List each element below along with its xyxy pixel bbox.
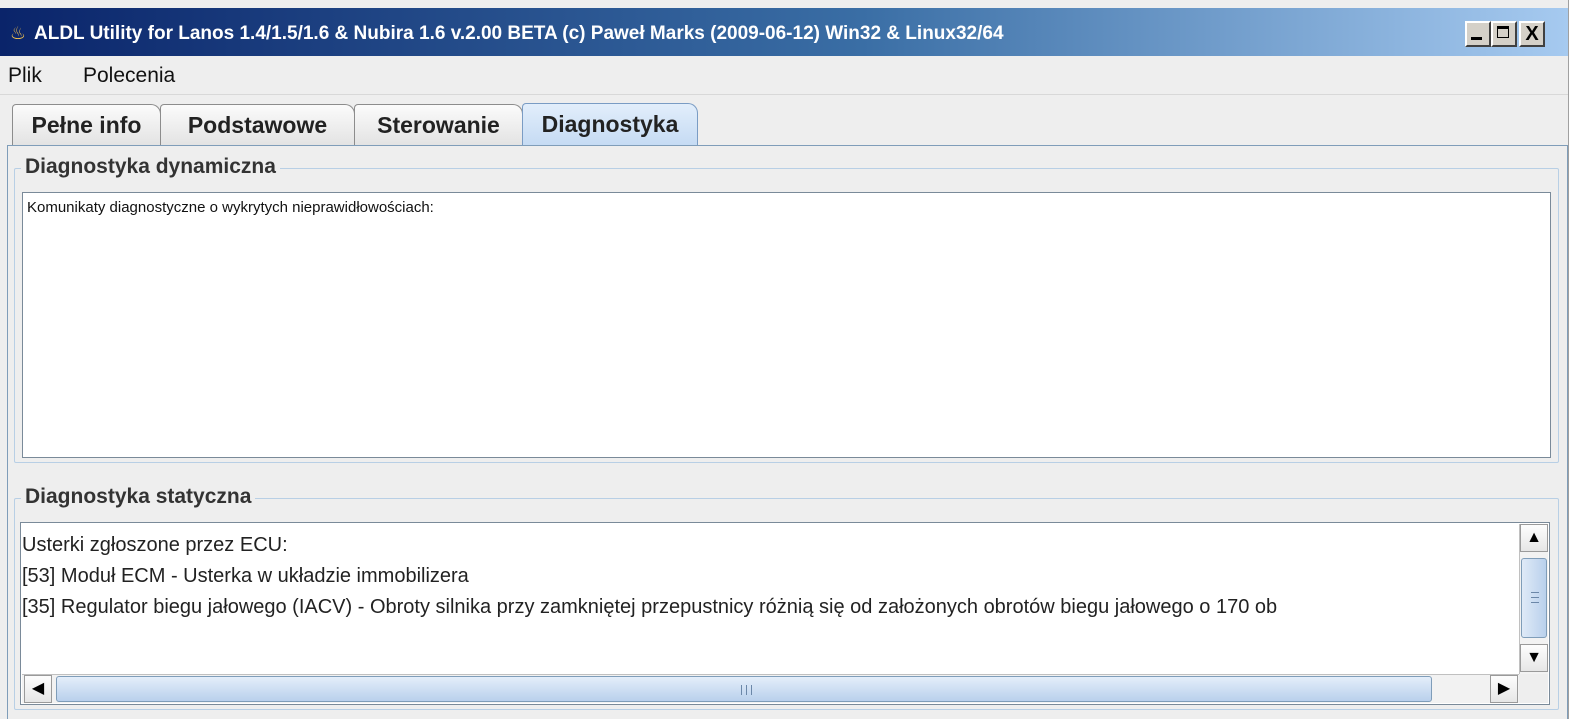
grip-line bbox=[751, 685, 752, 695]
menu-plik[interactable]: Plik bbox=[8, 64, 42, 88]
maximize-button[interactable] bbox=[1491, 21, 1517, 47]
java-icon: ♨ bbox=[9, 23, 27, 43]
grip-line bbox=[1531, 597, 1539, 598]
horizontal-scroll-thumb[interactable] bbox=[56, 676, 1432, 702]
scroll-down-button[interactable]: ▼ bbox=[1520, 644, 1548, 672]
static-diagnostics-content: Usterki zgłoszone przez ECU: [53] Moduł … bbox=[21, 523, 1518, 623]
tab-pelne-info[interactable]: Pełne info bbox=[12, 104, 161, 145]
tab-diagnostyka[interactable]: Diagnostyka bbox=[522, 103, 698, 147]
close-button[interactable]: X bbox=[1519, 21, 1545, 47]
menu-bar: Plik Polecenia bbox=[0, 56, 1568, 95]
title-bar[interactable]: ♨ ALDL Utility for Lanos 1.4/1.5/1.6 & N… bbox=[0, 8, 1568, 56]
scroll-left-button[interactable]: ◀ bbox=[24, 675, 52, 703]
dynamic-diagnostics-textarea[interactable]: Komunikaty diagnostyczne o wykrytych nie… bbox=[22, 192, 1551, 458]
maximize-icon bbox=[1497, 26, 1509, 38]
grip-line bbox=[1531, 602, 1539, 603]
grip-line bbox=[741, 685, 742, 695]
vertical-scrollbar[interactable]: ▲ ▼ bbox=[1519, 524, 1548, 674]
grip-line bbox=[1531, 592, 1539, 593]
list-item: [53] Moduł ECM - Usterka w układzie immo… bbox=[22, 565, 469, 587]
menu-polecenia[interactable]: Polecenia bbox=[83, 64, 175, 88]
horizontal-scrollbar[interactable]: ◀ ▶ bbox=[22, 674, 1519, 703]
tab-sterowanie[interactable]: Sterowanie bbox=[354, 104, 523, 145]
scrollbar-corner bbox=[1519, 674, 1548, 703]
dynamic-diagnostics-text: Komunikaty diagnostyczne o wykrytych nie… bbox=[27, 199, 434, 216]
close-icon: X bbox=[1525, 23, 1539, 45]
list-item: Usterki zgłoszone przez ECU: bbox=[22, 534, 288, 556]
minimize-icon bbox=[1471, 37, 1482, 40]
scroll-up-button[interactable]: ▲ bbox=[1520, 524, 1548, 552]
static-diagnostics-title: Diagnostyka statyczna bbox=[21, 484, 256, 510]
list-item: [35] Regulator biegu jałowego (IACV) - O… bbox=[22, 596, 1278, 618]
window-title: ALDL Utility for Lanos 1.4/1.5/1.6 & Nub… bbox=[34, 23, 1004, 44]
minimize-button[interactable] bbox=[1465, 21, 1491, 47]
grip-line bbox=[746, 685, 747, 695]
vertical-scroll-thumb[interactable] bbox=[1521, 558, 1547, 638]
tab-podstawowe[interactable]: Podstawowe bbox=[160, 104, 355, 145]
scroll-right-button[interactable]: ▶ bbox=[1490, 675, 1518, 703]
app-window: ♨ ALDL Utility for Lanos 1.4/1.5/1.6 & N… bbox=[0, 0, 1569, 719]
dynamic-diagnostics-title: Diagnostyka dynamiczna bbox=[21, 154, 280, 180]
